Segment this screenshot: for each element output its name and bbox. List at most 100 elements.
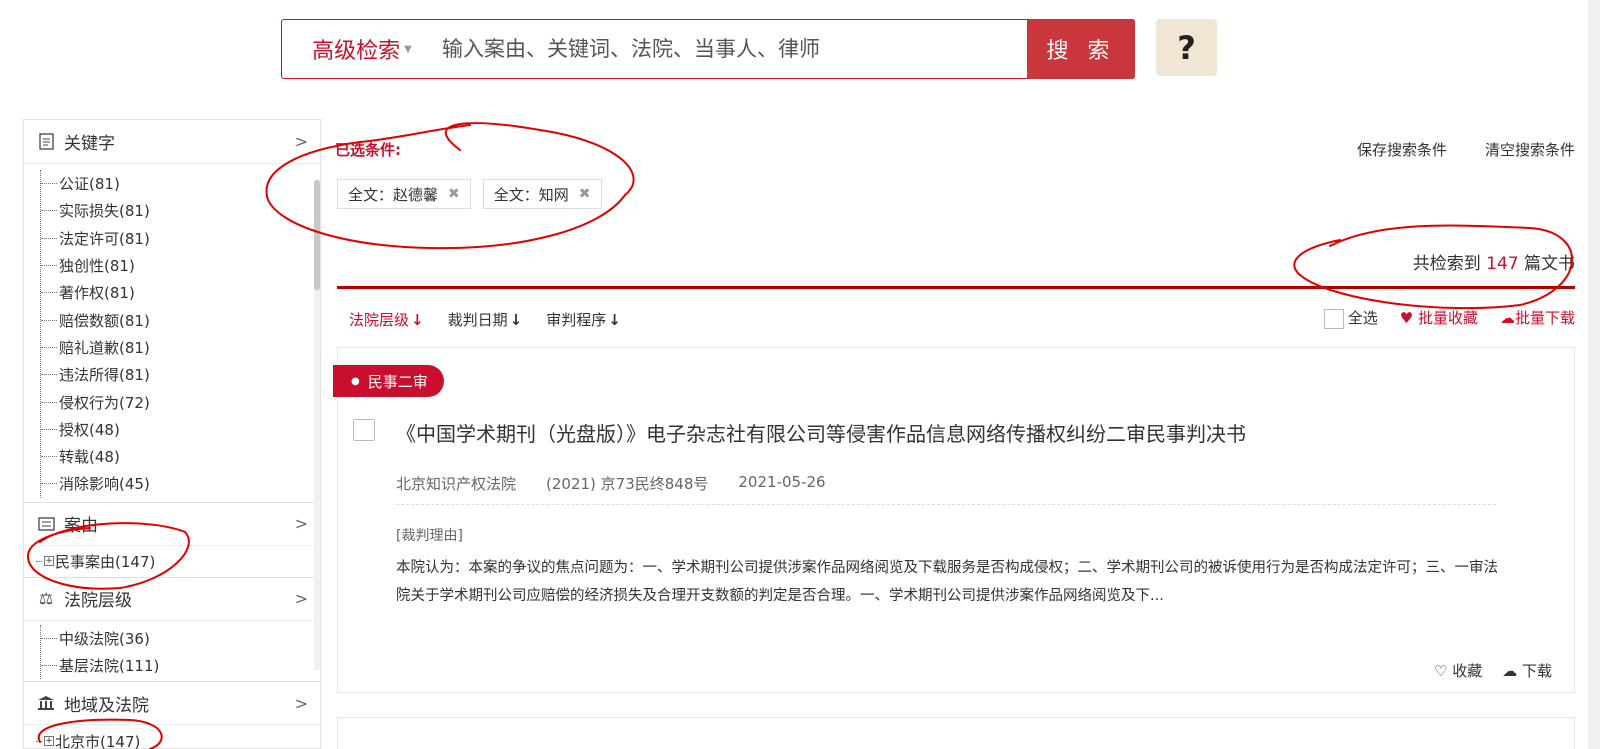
batch-favorite-button[interactable]: ♥ 批量收藏 [1400,307,1478,328]
keyword-item[interactable]: 违法所得(81) [41,361,320,388]
select-all-checkbox[interactable] [1323,308,1344,329]
sort-court-level[interactable]: 法院层级 ↓ [349,309,424,330]
favorite-label: 收藏 [1452,662,1483,680]
region-item[interactable]: + 北京市(147) [36,727,320,749]
section-region[interactable]: 地域及法院 > [24,681,320,726]
result-card [337,717,1575,749]
page-scrollbar[interactable] [1588,0,1600,749]
section-region-title: 地域及法院 [64,695,149,716]
keyword-item[interactable]: 实际损失(81) [41,197,320,224]
scrollbar-thumb[interactable] [314,180,320,290]
sort-date[interactable]: 裁判日期 ↓ [448,309,523,330]
heart-icon: ♡ [1433,662,1448,680]
case-type-tree: + 民事案由(147) [24,546,320,577]
result-card: ● 民事二审 《中国学术期刊（光盘版）》电子杂志社有限公司等侵害作品信息网络传播权… [333,347,1575,693]
arrow-down-icon: ↓ [509,311,523,329]
keyword-label: 法定许可(81) [59,229,150,248]
clear-search-link[interactable]: 清空搜索条件 [1485,139,1575,160]
sort-procedure-label: 审判程序 [546,311,607,329]
search-button[interactable]: 搜 索 [1027,19,1135,79]
keyword-item[interactable]: 赔礼道歉(81) [41,334,320,361]
chevron-right-icon[interactable]: > [295,694,308,713]
keyword-label: 独创性(81) [59,257,135,276]
sort-court-level-label: 法院层级 [349,311,410,329]
batch-actions: 全选 ♥ 批量收藏 ☁批量下载 [1323,307,1575,329]
section-case-type[interactable]: 案由 > [24,501,320,546]
keyword-item[interactable]: 转载(48) [41,443,320,470]
section-court-level[interactable]: ⚖ 法院层级 > [24,576,320,621]
section-court-level-title: 法院层级 [64,591,132,612]
keyword-label: 消除影响(45) [59,475,150,494]
reason-text: 本院认为：本案的争议的焦点问题为：一、学术期刊公司提供涉案作品网络阅览及下载服务… [396,560,1498,604]
court-level-item[interactable]: 中级法院(36) [41,625,320,652]
keyword-item[interactable]: 授权(48) [41,416,320,443]
selected-filters-label: 已选条件: [335,141,401,159]
result-title[interactable]: 《中国学术期刊（光盘版）》电子杂志社有限公司等侵害作品信息网络传播权纠纷二审民事… [396,418,1246,447]
download-button[interactable]: ☁ 下载 [1502,660,1552,681]
region-label: 北京市(147) [55,732,141,749]
chevron-right-icon[interactable]: > [295,589,308,608]
keyword-item[interactable]: 侵权行为(72) [41,388,320,415]
reason-label: [裁判理由] [396,528,463,544]
expand-icon[interactable]: + [44,736,54,747]
result-checkbox[interactable] [353,419,375,441]
select-all[interactable]: 全选 [1323,307,1378,329]
courthouse-icon [36,695,56,711]
filter-chip: 全文：知网 ✖ [482,179,602,209]
keyword-item[interactable]: 独创性(81) [41,252,320,279]
chevron-right-icon[interactable]: > [295,132,308,151]
expand-icon[interactable]: + [44,556,54,567]
case-type-item[interactable]: + 民事案由(147) [36,548,320,575]
close-icon[interactable]: ✖ [448,186,460,202]
sort-date-label: 裁判日期 [447,311,508,329]
result-count-prefix: 共检索到 [1412,254,1481,274]
court-level-label: 基层法院(111) [59,657,160,676]
sort-bar: 法院层级 ↓ 裁判日期 ↓ 审判程序 ↓ [349,309,621,330]
card-actions: ♡ 收藏 ☁ 下载 [1434,660,1552,681]
help-button[interactable]: ? [1156,19,1217,76]
cloud-download-icon: ☁ [1502,662,1518,680]
cloud-download-icon: ☁ [1499,309,1515,328]
list-icon [36,516,56,531]
search-input[interactable] [442,20,1027,78]
keyword-item[interactable]: 消除影响(45) [41,470,320,497]
filter-chip-label: 全文：赵德馨 [348,185,439,204]
case-type-badge-label: 民事二审 [367,372,428,391]
divider [337,286,1575,289]
sidebar-scrollbar[interactable] [314,180,320,670]
batch-download-button[interactable]: ☁批量下载 [1500,307,1575,328]
case-type-label: 民事案由(147) [55,552,156,571]
keyword-label: 违法所得(81) [59,366,150,385]
court-level-label: 中级法院(36) [59,630,150,648]
keyword-label: 赔礼道歉(81) [59,338,150,357]
select-all-label: 全选 [1347,309,1378,327]
section-keyword[interactable]: 关键字 > [24,120,320,164]
sort-procedure[interactable]: 审判程序 ↓ [546,309,621,330]
search-box: 高级检索 ▼ 搜 索 [281,19,1135,79]
caret-down-icon: ▼ [404,43,412,55]
case-type-badge: ● 民事二审 [333,365,444,397]
scales-icon: ⚖ [38,589,54,609]
keyword-item[interactable]: 赔偿数额(81) [41,306,320,333]
filter-sidebar: 关键字 > 公证(81) 实际损失(81) 法定许可(81) 独创性(81) 著… [23,119,321,749]
keyword-item[interactable]: 公证(81) [41,170,320,197]
keyword-label: 著作权(81) [59,284,135,303]
heart-plus-icon: ♥ [1399,309,1414,328]
judgment-date: 2021-05-26 [738,473,826,491]
court-level-item[interactable]: 基层法院(111) [41,652,320,679]
chevron-right-icon[interactable]: > [295,514,308,533]
keyword-item[interactable]: 法定许可(81) [41,225,320,252]
advanced-search-dropdown[interactable]: 高级检索 ▼ [282,20,442,78]
keyword-item[interactable]: 著作权(81) [41,279,320,306]
keyword-label: 授权(48) [59,420,120,439]
keyword-label: 转载(48) [59,448,120,467]
close-icon[interactable]: ✖ [579,186,591,202]
court-name: 北京知识产权法院 [396,475,517,493]
save-search-link[interactable]: 保存搜索条件 [1357,139,1447,160]
result-count-suffix: 篇文书 [1524,254,1575,274]
result-meta: 北京知识产权法院 (2021) 京73民终848号 2021-05-26 [396,473,1496,505]
download-label: 下载 [1521,662,1552,680]
section-case-type-title: 案由 [64,516,98,537]
filter-chip-label: 全文：知网 [493,185,569,204]
favorite-button[interactable]: ♡ 收藏 [1434,660,1482,681]
